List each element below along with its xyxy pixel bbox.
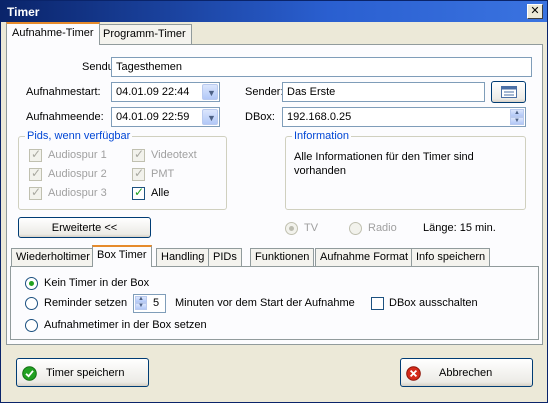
minutes-spinner[interactable]: ▲ ▼ 5 [133,294,166,313]
minutes-text: Minuten vor dem Start der Aufnahme [175,297,355,309]
box-timer-panel: Kein Timer in der Box Reminder setzen ▲ … [10,266,539,340]
aufnahmestart-value: 04.01.09 22:44 [116,86,190,98]
aufnahmeende-picker[interactable]: 04.01.09 22:59 ▼ [111,107,220,127]
dbox-label: DBox: [245,111,275,123]
aufnahmeende-value: 04.01.09 22:59 [116,111,190,123]
dbox-ausschalten-checkbox[interactable] [371,297,384,310]
title-bar: Timer ✕ [1,1,547,22]
audiospur3-checkbox[interactable] [29,185,42,200]
chevron-down-icon: ▼ [207,88,216,98]
pmt-checkbox[interactable] [132,166,145,181]
spin-up-icon[interactable]: ▲ [135,296,147,303]
information-group: Information Alle Informationen für den T… [285,130,526,210]
reminder-label: Reminder setzen [44,297,128,309]
subtab-handling[interactable]: Handling [156,248,210,266]
audiospur2-checkbox[interactable] [29,166,42,181]
reminder-radio[interactable] [25,297,38,310]
spin-down-icon[interactable]: ▼ [135,303,147,310]
radio-mode-label: Radio [368,222,397,234]
channel-list-button[interactable] [491,81,526,103]
tab-aufnahme-timer[interactable]: Aufnahme-Timer [6,22,100,45]
sender-label: Sender: [245,86,284,98]
kein-timer-label: Kein Timer in der Box [44,277,150,289]
close-button[interactable]: ✕ [527,4,543,19]
subtab-aufnahme-format[interactable]: Aufnahme Format [315,248,414,266]
checkmark-icon [22,366,37,381]
aufnahmetimer-label: Aufnahmetimer in der Box setzen [44,319,207,331]
audiospur2-label: Audiospur 2 [48,168,107,180]
information-text: Alle Informationen für den Timer sind vo… [294,151,474,177]
alle-label: Alle [151,187,170,199]
timer-speichern-label: Timer speichern [46,367,125,379]
length-text: Länge: 15 min. [423,222,496,234]
tab-programm-timer[interactable]: Programm-Timer [97,24,192,44]
dbox-ausschalten-label: DBox ausschalten [389,297,478,309]
abbrechen-label: Abbrechen [439,367,493,379]
window-title: Timer [7,5,40,19]
tv-radio[interactable] [285,222,298,235]
sender-input[interactable]: Das Erste [282,82,485,102]
aufnahmeende-label: Aufnahmeende: [26,111,104,123]
dropdown-button[interactable]: ▼ [202,109,218,125]
erweiterte-button[interactable]: Erweiterte << [18,217,151,238]
subtab-box-timer[interactable]: Box Timer [92,245,152,267]
alle-checkbox[interactable] [132,185,145,200]
information-group-title: Information [292,130,352,142]
aufnahmestart-label: Aufnahmestart: [26,86,101,98]
spin-buttons[interactable]: ▲ ▼ [510,109,524,125]
pmt-label: PMT [151,168,175,180]
radio-mode-radio[interactable] [349,222,362,235]
aufnahmetimer-radio[interactable] [25,319,38,332]
tv-label: TV [304,222,319,234]
minutes-value: 5 [153,297,160,309]
kein-timer-radio[interactable] [25,277,38,290]
videotext-checkbox[interactable] [132,147,145,162]
cancel-icon [406,366,421,381]
abbrechen-button[interactable]: Abbrechen [400,358,533,387]
subtab-funktionen[interactable]: Funktionen [250,248,315,266]
subtab-wiederholtimer[interactable]: Wiederholtimer [11,248,95,266]
sendung-input[interactable]: Tagesthemen [111,57,532,77]
spin-down-icon[interactable]: ▼ [510,117,524,125]
dbox-value: 192.168.0.25 [287,111,352,123]
pids-group-title: Pids, wenn verfügbar [25,130,133,142]
timer-speichern-button[interactable]: Timer speichern [16,358,149,387]
chevron-down-icon: ▼ [207,113,216,123]
dbox-spinner[interactable]: 192.168.0.25 ▲ ▼ [282,107,526,127]
videotext-label: Videotext [151,149,197,161]
audiospur3-label: Audiospur 3 [48,187,107,199]
spin-up-icon[interactable]: ▲ [510,109,524,117]
audiospur1-label: Audiospur 1 [48,149,107,161]
dropdown-button[interactable]: ▼ [202,84,218,100]
list-icon [500,86,517,98]
timer-window: Timer ✕ Aufnahme-Timer Programm-Timer Se… [0,0,548,403]
audiospur1-checkbox[interactable] [29,147,42,162]
spin-buttons[interactable]: ▲ ▼ [135,296,147,311]
aufnahmestart-picker[interactable]: 04.01.09 22:44 ▼ [111,82,220,102]
subtab-info-speichern[interactable]: Info speichern [411,248,491,266]
pids-group: Pids, wenn verfügbar Audiospur 1 Audiosp… [18,130,227,210]
subtab-pids[interactable]: PIDs [208,248,242,266]
